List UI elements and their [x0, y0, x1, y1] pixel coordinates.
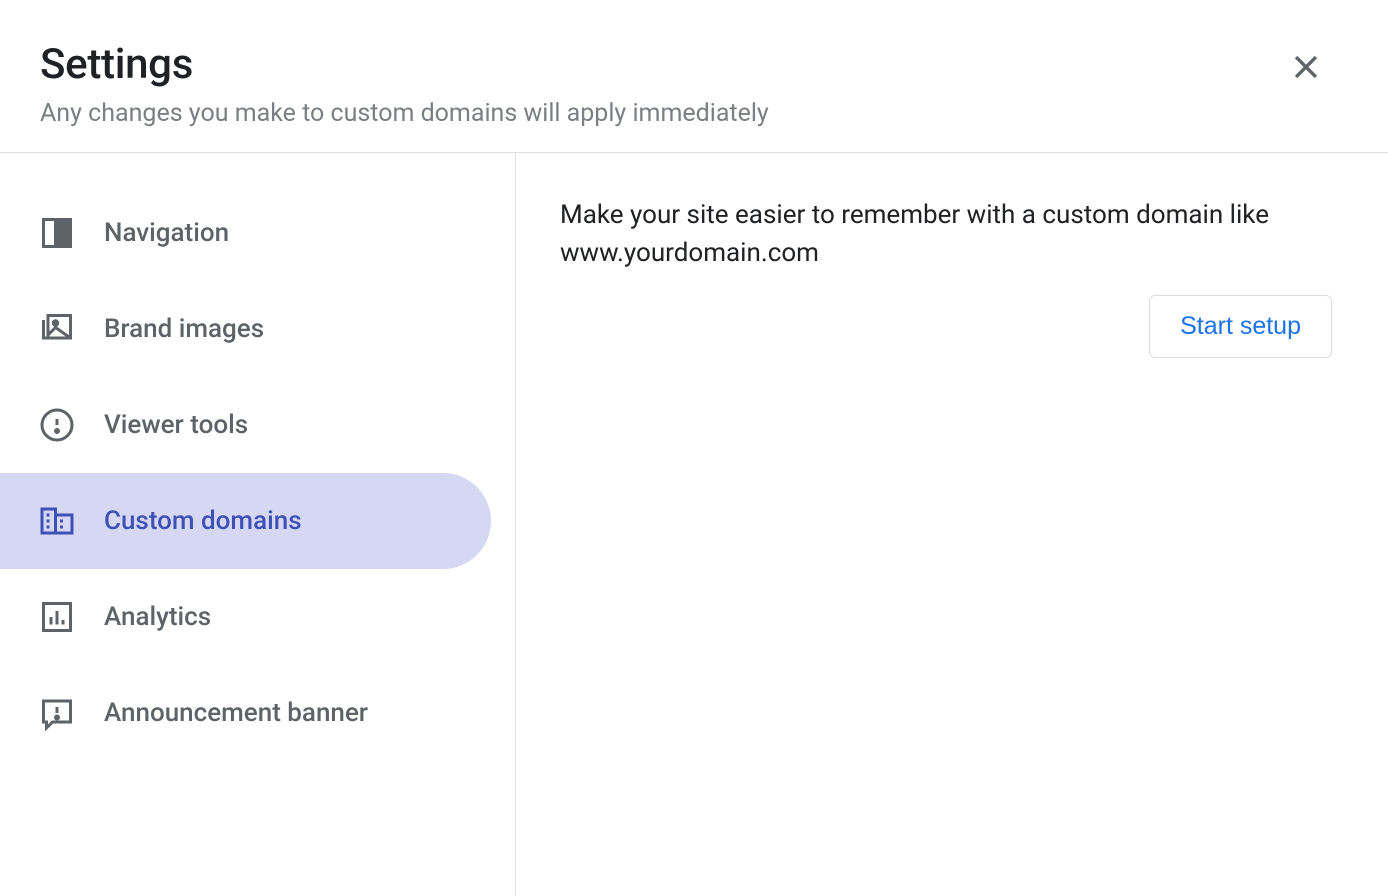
- analytics-icon: [38, 598, 76, 636]
- sidebar-item-custom-domains[interactable]: Custom domains: [0, 473, 491, 569]
- navigation-icon: [38, 214, 76, 252]
- close-button[interactable]: [1282, 44, 1330, 92]
- settings-content: Make your site easier to remember with a…: [516, 153, 1388, 896]
- sidebar-item-navigation[interactable]: Navigation: [0, 185, 515, 281]
- close-icon: [1289, 50, 1323, 87]
- brand-images-icon: [38, 310, 76, 348]
- announcement-banner-icon: [38, 694, 76, 732]
- dialog-header: Settings Any changes you make to custom …: [0, 0, 1388, 153]
- custom-domains-icon: [38, 502, 76, 540]
- dialog-body: Navigation Brand images: [0, 153, 1388, 896]
- sidebar-item-brand-images[interactable]: Brand images: [0, 281, 515, 377]
- sidebar-item-label: Viewer tools: [104, 410, 248, 440]
- page-title: Settings: [40, 40, 1348, 89]
- sidebar-item-label: Navigation: [104, 218, 229, 248]
- sidebar-item-label: Announcement banner: [104, 698, 368, 728]
- viewer-tools-icon: [38, 406, 76, 444]
- start-setup-button[interactable]: Start setup: [1149, 295, 1332, 358]
- settings-sidebar: Navigation Brand images: [0, 153, 516, 896]
- page-subtitle: Any changes you make to custom domains w…: [40, 99, 1348, 128]
- sidebar-item-label: Brand images: [104, 314, 264, 344]
- custom-domain-description: Make your site easier to remember with a…: [560, 197, 1332, 272]
- sidebar-item-announcement-banner[interactable]: Announcement banner: [0, 665, 515, 761]
- sidebar-item-analytics[interactable]: Analytics: [0, 569, 515, 665]
- sidebar-item-viewer-tools[interactable]: Viewer tools: [0, 377, 515, 473]
- sidebar-item-label: Analytics: [104, 602, 211, 632]
- settings-dialog: Settings Any changes you make to custom …: [0, 0, 1388, 896]
- sidebar-item-label: Custom domains: [104, 506, 302, 536]
